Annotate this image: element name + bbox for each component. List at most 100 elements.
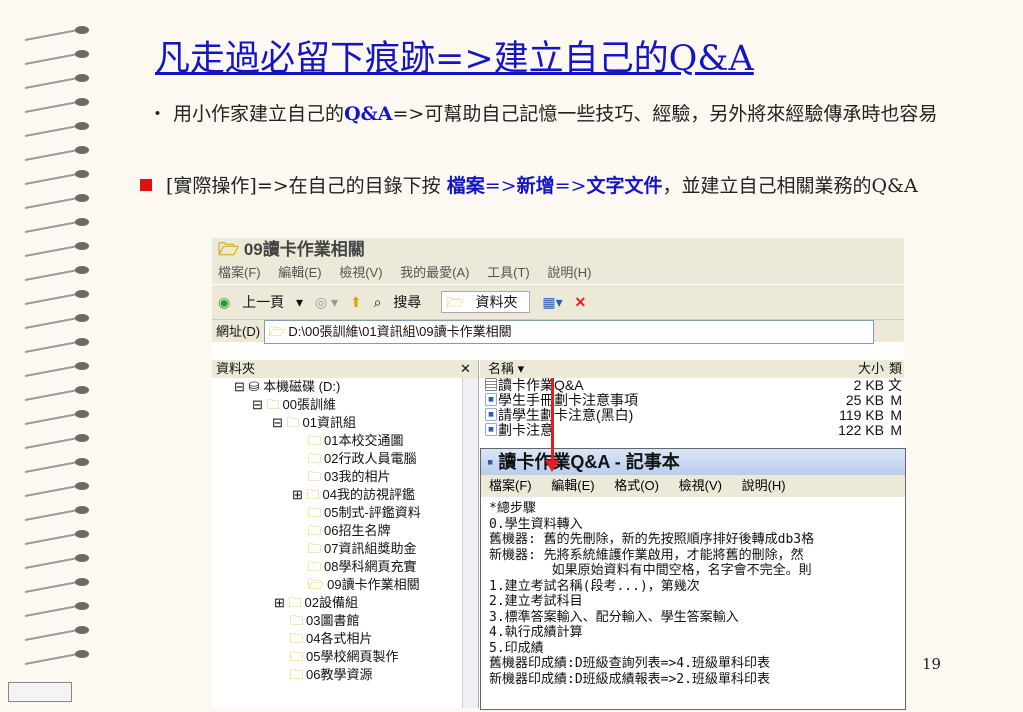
tree-item[interactable]: 🗀 05學校網頁製作: [212, 648, 478, 666]
file-row[interactable]: ▣請學生劃卡注意(黑白) 119 KB M: [480, 408, 904, 423]
folder-icon: 🗁: [218, 240, 240, 259]
menu-favorites[interactable]: 我的最愛(A): [400, 265, 469, 280]
folder-pane: 資料夾 ✕ ⊟ ⛁ 本機磁碟 (D:) ⊟ 🗀 00張訓維 ⊟ 🗀 01資訊組 🗀 01…: [212, 360, 479, 708]
folder-icon: 🗀: [308, 433, 322, 448]
notepad-menu-help[interactable]: 說明(H): [742, 478, 786, 493]
notepad-menu-view[interactable]: 檢視(V): [679, 478, 722, 493]
delete-icon[interactable]: ✕: [575, 294, 587, 310]
tree-item[interactable]: 🗀 02行政人員電腦: [212, 450, 478, 468]
folder-icon: 🗀: [308, 505, 322, 520]
expand-icon[interactable]: ⊞: [292, 487, 303, 502]
folders-button[interactable]: 🗁 資料夾: [441, 291, 531, 313]
text-line: 3.標準答案輸入、配分輸入、學生答案輸入: [489, 609, 739, 625]
menu-edit[interactable]: 編輯(E): [278, 265, 321, 280]
folder-icon: 🗀: [290, 613, 304, 628]
tree-item[interactable]: 🗀 04各式相片: [212, 630, 478, 648]
folder-pane-title: 資料夾: [216, 361, 256, 376]
tree-item-label: 01本校交通圖: [324, 433, 404, 448]
back-button[interactable]: ◉ 上一頁 ▾: [218, 294, 303, 310]
notepad-menu-format[interactable]: 格式(O): [614, 478, 659, 493]
close-icon[interactable]: ✕: [460, 360, 471, 378]
menu-help[interactable]: 說明(H): [547, 265, 591, 280]
bullet1-text-post: =>可幫助自己記憶一些技巧、經驗，另外將來經驗傳承時也容易: [392, 103, 938, 125]
file-list-header: 名稱 ▾ 大小 類: [480, 360, 904, 378]
notepad-menu-edit[interactable]: 編輯(E): [551, 478, 594, 493]
up-folder-icon[interactable]: ⬆: [350, 294, 362, 310]
collapse-icon[interactable]: ⊟: [252, 397, 263, 412]
column-name[interactable]: 名稱 ▾: [488, 360, 524, 378]
text-line: 舊機器: 舊的先刪除，新的先按照順序排好後轉成db3格: [489, 532, 815, 547]
slide-nav-icon[interactable]: [8, 682, 72, 702]
tree-item[interactable]: 🗀 03我的相片: [212, 468, 478, 486]
tree-item[interactable]: 🗀 08學科網頁充實: [212, 558, 478, 576]
file-row[interactable]: ▤讀卡作業Q&A 2 KB 文: [480, 378, 904, 393]
text-file-icon: ▤: [484, 377, 498, 393]
folder-icon: 🗁: [446, 294, 464, 310]
bullet1-qa: Q&A: [344, 103, 393, 125]
file-row[interactable]: ▣學生手冊劃卡注意事項 25 KB M: [480, 393, 904, 408]
search-label: 搜尋: [393, 294, 422, 310]
tree-item-label: 06招生名牌: [324, 523, 391, 538]
tree-item[interactable]: 🗀 06教學資源: [212, 666, 478, 684]
tree-item[interactable]: ⊞ 🗀 04我的訪視評鑑: [212, 486, 478, 504]
drive-icon: ⛁: [248, 379, 260, 394]
address-label: 網址(D): [216, 324, 261, 339]
collapse-icon[interactable]: ⊟: [234, 379, 245, 394]
search-button[interactable]: ⌕ 搜尋: [374, 294, 430, 310]
tree-item[interactable]: ⊟ 🗀 00張訓維: [212, 396, 478, 414]
folder-icon: 🗀: [266, 397, 280, 412]
bullet-dot: ・: [148, 103, 174, 125]
bullet-1: ・ 用小作家建立自己的Q&A=>可幫助自己記憶一些技巧、經驗，另外將來經驗傳承時…: [148, 100, 978, 128]
column-type[interactable]: 類: [889, 360, 902, 378]
red-arrow-shaft: [551, 378, 554, 466]
tree-item[interactable]: 🗀 01本校交通圖: [212, 432, 478, 450]
file-row[interactable]: ▣劃卡注意 122 KB M: [480, 423, 904, 438]
tree-item[interactable]: 🗀 03圖書館: [212, 612, 478, 630]
column-size[interactable]: 大小: [858, 360, 884, 378]
tree-item[interactable]: ⊟ ⛁ 本機磁碟 (D:): [212, 378, 478, 396]
text-line: 0.學生資料轉入: [489, 516, 583, 532]
tree-item[interactable]: 🗀 07資訊組獎助金: [212, 540, 478, 558]
folder-icon: 🗁: [268, 324, 285, 339]
collapse-icon[interactable]: ⊟: [272, 415, 283, 430]
bullet-2: [實際操作]=>在自己的目錄下按 檔案=>新增=>文字文件，並建立自己相關業務的…: [140, 172, 980, 201]
tree-item-selected[interactable]: 🗁 09讀卡作業相關: [212, 576, 478, 594]
menu-file[interactable]: 檔案(F): [218, 265, 261, 280]
tree-item-label: 02行政人員電腦: [324, 451, 417, 466]
text-line: 如果原始資料有中間空格，名字會不完全。則: [489, 563, 812, 578]
views-button[interactable]: ▦▾: [542, 294, 562, 310]
menu-tools[interactable]: 工具(T): [487, 265, 530, 280]
file-type: M: [890, 392, 902, 408]
tree-item[interactable]: ⊟ 🗀 01資訊組: [212, 414, 478, 432]
open-folder-icon: 🗁: [308, 577, 325, 592]
forward-button[interactable]: ◎ ▾: [315, 294, 338, 310]
file-size: 25 KB: [845, 392, 884, 408]
expand-icon[interactable]: ⊞: [274, 595, 285, 610]
notepad-menu-file[interactable]: 檔案(F): [489, 478, 532, 493]
bullet1-text-pre: 用小作家建立自己的: [173, 103, 345, 125]
tree-item-label: 06教學資源: [306, 667, 373, 682]
folder-icon: 🗀: [290, 649, 304, 664]
file-type: M: [890, 407, 902, 423]
file-size: 122 KB: [838, 422, 884, 438]
tree-item[interactable]: 🗀 06招生名牌: [212, 522, 478, 540]
bullet2-text-post: ，並建立自己相關業務的Q&A: [662, 175, 918, 197]
notepad-window: ▪ 讀卡作業Q&A - 記事本 檔案(F) 編輯(E) 格式(O) 檢視(V) …: [480, 448, 906, 710]
folder-pane-scrollbar[interactable]: [462, 378, 478, 708]
notepad-menubar: 檔案(F) 編輯(E) 格式(O) 檢視(V) 說明(H): [481, 475, 905, 497]
address-input[interactable]: 🗁 D:\00張訓維\01資訊組\09讀卡作業相關: [263, 320, 874, 344]
folder-icon: 🗀: [290, 631, 304, 646]
bullet2-text-pre: [實際操作]=>在自己的目錄下按: [166, 175, 447, 197]
tree-item[interactable]: ⊞ 🗀 02設備組: [212, 594, 478, 612]
bullet2-file: 檔案: [446, 175, 485, 197]
file-name: 劃卡注意: [498, 422, 554, 438]
tree-item[interactable]: 🗀 05制式-評鑑資料: [212, 504, 478, 522]
menu-view[interactable]: 檢視(V): [339, 265, 382, 280]
folder-icon: 🗀: [308, 523, 322, 538]
tree-item-label: 03圖書館: [306, 613, 360, 628]
folder-icon: 🗀: [308, 541, 322, 556]
back-label: 上一頁: [242, 294, 285, 310]
notepad-text-area[interactable]: *總步驟 0.學生資料轉入 舊機器: 舊的先刪除，新的先按照順序排好後轉成db3格新…: [481, 497, 905, 687]
tree-item-label: 05制式-評鑑資料: [324, 505, 421, 520]
folder-icon: 🗀: [286, 415, 300, 430]
